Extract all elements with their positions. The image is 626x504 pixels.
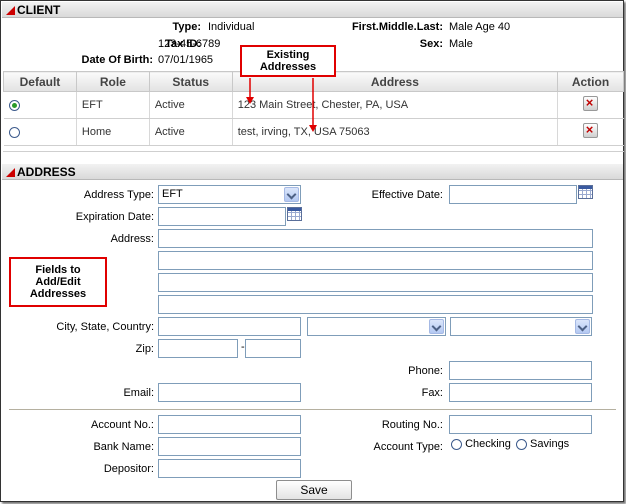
role-cell: EFT xyxy=(75,91,150,119)
chevron-down-icon[interactable] xyxy=(429,319,444,334)
address-line-2-input[interactable] xyxy=(158,251,593,270)
form-divider xyxy=(9,409,616,410)
default-radio[interactable] xyxy=(8,126,20,138)
account-no-label: Account No.: xyxy=(91,419,154,431)
default-cell xyxy=(3,91,77,119)
bank-name-label: Bank Name: xyxy=(93,441,154,453)
routing-no-label: Routing No.: xyxy=(381,419,443,431)
role-cell: Home xyxy=(75,118,150,146)
name-label: First.Middle.Last: xyxy=(351,21,443,33)
calendar-icon[interactable] xyxy=(578,185,593,199)
default-radio[interactable] xyxy=(8,99,20,111)
email-input[interactable] xyxy=(158,383,301,402)
address-section-header: ADDRESS xyxy=(2,164,623,180)
address-section-title: ADDRESS xyxy=(17,165,76,179)
dob-value: 07/01/1965 xyxy=(158,54,214,66)
address-table: Default Role Status Address Action EFT A… xyxy=(3,71,624,146)
delete-icon[interactable] xyxy=(582,95,598,111)
dob-label: Date Of Birth: xyxy=(81,54,154,66)
email-label: Email: xyxy=(123,387,154,399)
col-default: Default xyxy=(3,71,77,92)
type-label: Type: xyxy=(172,21,201,33)
address-label: Address: xyxy=(110,233,154,245)
bank-name-input[interactable] xyxy=(158,437,301,456)
client-section-title: CLIENT xyxy=(17,3,61,17)
tax-id-value: 123-45-6789 xyxy=(158,38,221,50)
depositor-input[interactable] xyxy=(158,459,301,478)
account-type-group: Checking Savings xyxy=(451,438,569,450)
account-type-label: Account Type: xyxy=(373,441,443,453)
state-select[interactable] xyxy=(307,317,446,336)
sex-label: Sex: xyxy=(419,38,443,50)
zip-input[interactable] xyxy=(158,339,238,358)
depositor-label: Depositor: xyxy=(103,463,154,475)
effective-date-input[interactable] xyxy=(449,185,577,204)
fields-callout: Fields to Add/Edit Addresses xyxy=(9,257,107,307)
address-type-value: EFT xyxy=(162,188,183,200)
phone-input[interactable] xyxy=(449,361,592,380)
expiration-date-input[interactable] xyxy=(158,207,286,226)
city-input[interactable] xyxy=(158,317,301,336)
address-cell[interactable]: test, irving, TX, USA 75063 xyxy=(231,118,558,146)
action-cell xyxy=(557,118,624,146)
sex-value: Male xyxy=(449,38,473,50)
checking-radio[interactable] xyxy=(451,438,462,450)
country-select[interactable] xyxy=(450,317,592,336)
chevron-down-icon[interactable] xyxy=(575,319,590,334)
fax-label: Fax: xyxy=(421,387,443,399)
expiration-date-label: Expiration Date: xyxy=(75,211,154,223)
status-cell: Active xyxy=(148,118,233,146)
address-line-3-input[interactable] xyxy=(158,273,593,292)
client-section-header: CLIENT xyxy=(2,2,623,18)
table-row: Home Active test, irving, TX, USA 75063 xyxy=(3,118,624,146)
col-status: Status xyxy=(148,71,233,92)
collapse-triangle-icon[interactable] xyxy=(6,6,15,15)
chevron-down-icon[interactable] xyxy=(284,187,299,202)
address-type-select[interactable]: EFT xyxy=(158,185,301,204)
savings-label: Savings xyxy=(530,438,570,450)
default-cell xyxy=(3,118,77,146)
window-frame: CLIENT Type: Individual Tax ID: 123-45-6… xyxy=(0,0,624,502)
address-line-1-input[interactable] xyxy=(158,229,593,248)
effective-date-label: Effective Date: xyxy=(371,189,443,201)
routing-no-input[interactable] xyxy=(449,415,592,434)
table-bottom-divider xyxy=(3,151,624,152)
col-role: Role xyxy=(75,71,150,92)
name-value: Male Age 40 xyxy=(449,21,511,33)
delete-icon[interactable] xyxy=(582,122,598,138)
address-cell[interactable]: 123 Main Street, Chester, PA, USA xyxy=(231,91,558,119)
phone-label: Phone: xyxy=(408,365,443,377)
calendar-icon[interactable] xyxy=(287,207,302,221)
fax-input[interactable] xyxy=(449,383,592,402)
account-no-input[interactable] xyxy=(158,415,301,434)
status-cell: Active xyxy=(148,91,233,119)
collapse-triangle-icon[interactable] xyxy=(6,168,15,177)
type-value: Individual xyxy=(208,21,255,33)
zip-label: Zip: xyxy=(135,343,154,355)
save-button[interactable]: Save xyxy=(276,480,352,500)
city-state-country-label: City, State, Country: xyxy=(56,321,154,333)
table-row: EFT Active 123 Main Street, Chester, PA,… xyxy=(3,91,624,119)
existing-addresses-callout: Existing Addresses xyxy=(240,45,336,77)
savings-radio[interactable] xyxy=(515,438,527,450)
address-type-label: Address Type: xyxy=(83,189,154,201)
address-line-4-input[interactable] xyxy=(158,295,593,314)
action-cell xyxy=(557,91,624,119)
zip-ext-input[interactable] xyxy=(245,339,301,358)
col-action: Action xyxy=(557,71,624,92)
checking-label: Checking xyxy=(465,438,511,450)
